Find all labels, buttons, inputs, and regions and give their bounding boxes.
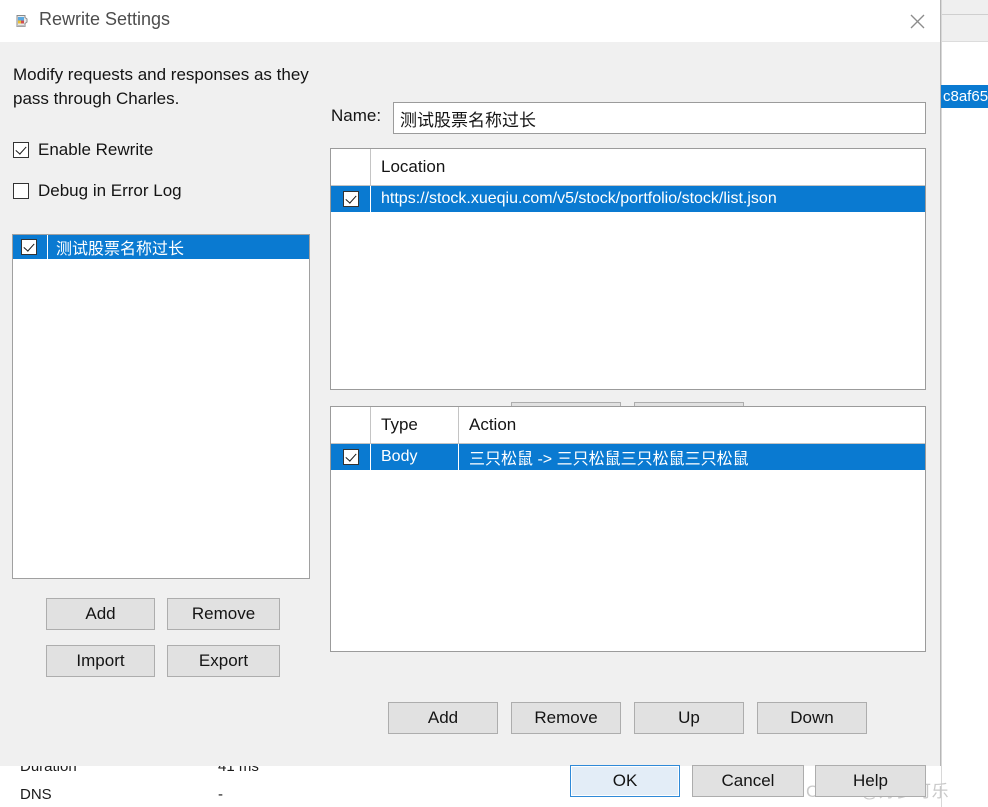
action-up-button[interactable]: Up (634, 702, 744, 734)
rule-label: 测试股票名称过长 (56, 241, 185, 258)
action-down-button[interactable]: Down (757, 702, 867, 734)
action-remove-button[interactable]: Remove (511, 702, 621, 734)
action-header-checkbox-column (331, 407, 371, 443)
table-row[interactable]: Body 三只松鼠 -> 三只松鼠三只松鼠三只松鼠 (331, 444, 925, 470)
rewrite-settings-dialog: Rewrite Settings Modify requests and res… (0, 0, 941, 797)
location-row-checkbox[interactable] (342, 191, 359, 207)
action-add-button[interactable]: Add (388, 702, 498, 734)
list-item[interactable]: 测试股票名称过长 (13, 235, 309, 259)
location-header-checkbox-column (331, 149, 371, 185)
location-row-checkbox-cell[interactable] (331, 186, 371, 212)
rules-list[interactable]: 测试股票名称过长 (12, 234, 310, 579)
close-icon[interactable] (894, 0, 940, 42)
dialog-content: Modify requests and responses as they pa… (0, 42, 940, 797)
checkbox-enable-rewrite[interactable]: Enable Rewrite (13, 140, 153, 160)
action-row-checkbox-cell[interactable] (331, 444, 371, 470)
background-top-band (942, 0, 988, 15)
action-table-header: Type Action (331, 407, 925, 444)
location-table[interactable]: Location https://stock.xueqiu.com/v5/sto… (330, 148, 926, 390)
cancel-button[interactable]: Cancel (692, 765, 804, 797)
table-row[interactable]: https://stock.xueqiu.com/v5/stock/portfo… (331, 186, 925, 212)
location-row-value: https://stock.xueqiu.com/v5/stock/portfo… (381, 190, 777, 207)
ok-button[interactable]: OK (570, 765, 680, 797)
rules-add-button[interactable]: Add (46, 598, 155, 630)
charles-jug-icon (13, 12, 31, 30)
action-header-type: Type (371, 407, 459, 443)
rules-import-button[interactable]: Import (46, 645, 155, 677)
checkbox-debug-in-error-log-label: Debug in Error Log (38, 181, 182, 200)
background-row-dns-label: DNS (20, 786, 52, 803)
dialog-title: Rewrite Settings (39, 9, 171, 29)
rules-export-button[interactable]: Export (167, 645, 280, 677)
name-label: Name: (331, 106, 382, 125)
action-row-type: Body (371, 444, 459, 470)
name-input[interactable] (393, 102, 926, 134)
checkbox-enable-rewrite-box[interactable] (13, 142, 29, 158)
action-row-checkbox[interactable] (342, 449, 359, 465)
background-selected-text[interactable]: c8af65 (940, 85, 988, 108)
rules-remove-button[interactable]: Remove (167, 598, 280, 630)
background-row-dns-value: - (218, 786, 223, 803)
checkbox-enable-rewrite-label: Enable Rewrite (38, 140, 154, 159)
dialog-titlebar: Rewrite Settings (0, 0, 940, 42)
checkbox-debug-in-error-log[interactable]: Debug in Error Log (13, 181, 182, 201)
intro-description: Modify requests and responses as they pa… (13, 65, 309, 108)
background-second-band (942, 15, 988, 42)
rule-column-separator (47, 235, 48, 259)
background-row-duration-label: Duration (20, 766, 77, 775)
help-button[interactable]: Help (815, 765, 926, 797)
action-header-action: Action (469, 415, 517, 434)
checkbox-debug-in-error-log-box[interactable] (13, 183, 29, 199)
background-row-duration-value: 41 ms (218, 766, 259, 775)
rule-checkbox[interactable] (21, 239, 37, 255)
background-right-strip (941, 0, 988, 807)
action-row-action: 三只松鼠 -> 三只松鼠三只松鼠三只松鼠 (469, 451, 749, 468)
location-header-location: Location (381, 157, 446, 176)
location-table-header: Location (331, 149, 925, 186)
action-table[interactable]: Type Action Body 三只松鼠 -> 三只松鼠三只松鼠三只松鼠 (330, 406, 926, 652)
